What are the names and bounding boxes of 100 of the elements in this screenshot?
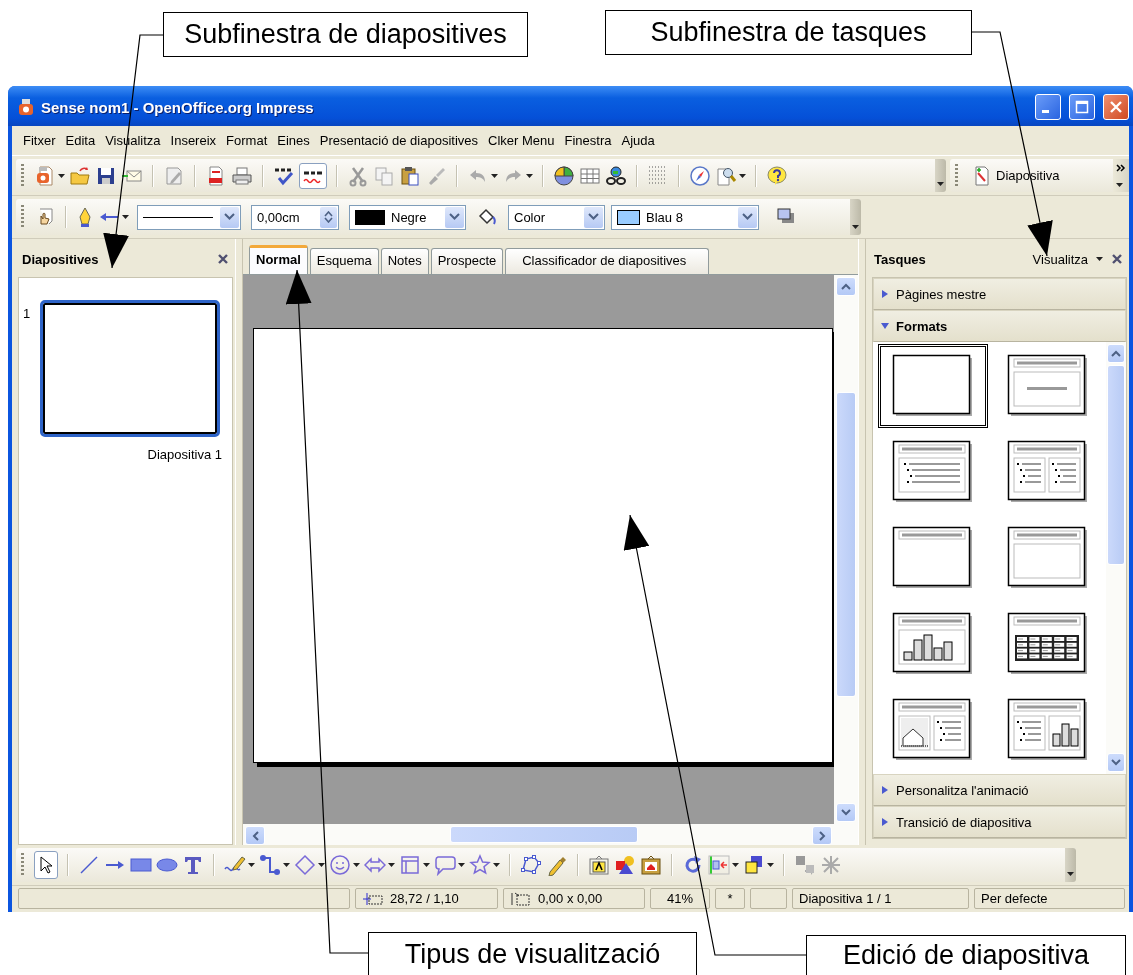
menu-item[interactable]: Fitxer: [18, 131, 61, 150]
smiley-icon[interactable]: [329, 854, 351, 876]
toolbar-overflow-button[interactable]: [850, 199, 861, 235]
size-icon: [510, 891, 532, 906]
pen-nib-icon[interactable]: [76, 206, 94, 228]
menu-item[interactable]: Insereix: [165, 131, 222, 150]
caret-icon[interactable]: [852, 225, 859, 229]
caret-icon[interactable]: [283, 863, 290, 867]
caret-icon[interactable]: [1067, 872, 1074, 876]
toolbar-grip-handle[interactable]: [21, 853, 24, 877]
toolbar-grip-handle[interactable]: [21, 163, 24, 188]
framed-picture-icon[interactable]: [640, 854, 662, 876]
star-icon[interactable]: [469, 854, 491, 876]
fontwork-icon[interactable]: [588, 854, 610, 876]
align-icon[interactable]: [708, 854, 730, 876]
menu-item[interactable]: Presentació de diapositives: [314, 131, 484, 150]
view-tab[interactable]: Notes: [380, 248, 429, 274]
line-width-field[interactable]: 0,00cm: [251, 204, 339, 230]
caret-icon[interactable]: [526, 173, 533, 178]
group-icon[interactable]: [794, 854, 816, 876]
line-color-dropdown[interactable]: Negre: [349, 204, 466, 230]
caret-icon[interactable]: [122, 215, 129, 219]
layout-thumbnail-icon: [891, 354, 974, 418]
caret-icon[interactable]: [937, 182, 944, 186]
callout-label: Subfinestra de diapositives: [163, 12, 528, 57]
close-icon[interactable]: [217, 253, 229, 265]
menu-item[interactable]: Eines: [272, 131, 315, 150]
chevron-down-icon[interactable]: [588, 213, 599, 221]
caret-icon[interactable]: [318, 863, 325, 867]
view-tab[interactable]: Classificador de diapositives: [505, 248, 710, 274]
section-header[interactable]: Personalitza l'animació: [873, 774, 1126, 806]
diamond-icon[interactable]: [294, 854, 316, 876]
zoom-indicator[interactable]: 41%: [650, 888, 710, 909]
caret-icon[interactable]: [388, 863, 395, 867]
help-icon[interactable]: [766, 164, 788, 187]
caret-icon[interactable]: [248, 863, 255, 867]
layout-thumbnail-icon: [891, 526, 974, 590]
menu-item[interactable]: Format: [221, 131, 273, 150]
close-icon[interactable]: [1111, 253, 1123, 265]
caret-icon[interactable]: [493, 863, 500, 867]
pie-chart-icon[interactable]: [553, 164, 575, 187]
folder-icon[interactable]: [69, 164, 91, 187]
caret-icon[interactable]: [458, 863, 465, 867]
caret-icon[interactable]: [423, 863, 430, 867]
section-header[interactable]: Formats: [873, 310, 1126, 342]
vertical-scrollbar[interactable]: [1106, 342, 1126, 774]
maximize-button[interactable]: [1069, 94, 1095, 120]
section-header[interactable]: Transició de diapositiva: [873, 806, 1126, 838]
view-tab[interactable]: Prospecte: [430, 248, 504, 274]
line-style-dropdown[interactable]: [137, 204, 241, 230]
spin-icon: [324, 211, 333, 223]
slide-thumbnail[interactable]: [40, 300, 221, 437]
toolbar-grip-handle[interactable]: [21, 205, 24, 229]
menu-item[interactable]: Ajuda: [616, 131, 660, 150]
vertical-scrollbar[interactable]: [834, 275, 858, 824]
caret-icon[interactable]: [491, 173, 498, 178]
window-title: Sense nom1 - OpenOffice.org Impress: [41, 98, 315, 116]
select-button[interactable]: [34, 851, 58, 879]
section-header[interactable]: Pàgines mestre: [873, 278, 1126, 310]
caret-icon[interactable]: [353, 863, 360, 867]
double-arrow-icon[interactable]: [364, 854, 386, 876]
caret-icon[interactable]: [58, 173, 65, 178]
speech-bubble-icon[interactable]: [434, 854, 456, 876]
text-tool-icon[interactable]: [182, 854, 204, 876]
clipboard-icon[interactable]: [399, 164, 421, 187]
minimize-button[interactable]: [1035, 94, 1061, 120]
compass-icon[interactable]: [689, 164, 711, 187]
close-icon: [1109, 100, 1123, 114]
chevron-down-icon[interactable]: [449, 213, 460, 221]
caret-icon[interactable]: [732, 863, 739, 867]
printer-icon[interactable]: [231, 164, 253, 187]
caret-icon[interactable]: [739, 173, 746, 178]
flowchart-icon[interactable]: [399, 854, 421, 876]
globe-link-icon[interactable]: [605, 164, 627, 187]
toolbar-grip-handle[interactable]: [955, 163, 958, 188]
caret-icon[interactable]: [767, 863, 774, 867]
menu-item[interactable]: Finestra: [559, 131, 617, 150]
area-style-dropdown[interactable]: Color: [508, 204, 605, 230]
close-button[interactable]: [1103, 94, 1129, 120]
edit-points-icon[interactable]: [520, 854, 542, 876]
view-tab[interactable]: Normal: [249, 245, 308, 274]
layout-thumbnail-icon: [1007, 612, 1090, 676]
toolbar-overflow-button[interactable]: [935, 159, 946, 192]
menu-item[interactable]: Clker Menu: [483, 131, 560, 150]
horizontal-scrollbar[interactable]: [243, 824, 858, 845]
glue-pen-icon[interactable]: [546, 854, 568, 876]
connector-icon[interactable]: [259, 854, 281, 876]
view-tab[interactable]: Esquema: [309, 248, 379, 274]
menu-item[interactable]: Edita: [60, 131, 101, 150]
autospell-button[interactable]: [299, 162, 327, 189]
shapes-gallery-icon[interactable]: [614, 854, 636, 876]
line-icon[interactable]: [78, 854, 100, 876]
layout-option[interactable]: [877, 344, 988, 428]
arrange-icon[interactable]: [743, 854, 765, 876]
chevron-down-icon[interactable]: [224, 213, 235, 221]
toolbar-overflow-button[interactable]: [1065, 848, 1076, 882]
toolbar-overflow-button[interactable]: [1113, 159, 1129, 192]
chevron-down-icon[interactable]: [742, 213, 753, 221]
fill-color-dropdown[interactable]: Blau 8: [611, 204, 759, 230]
view-menu-button[interactable]: Visualitza: [1032, 251, 1103, 267]
